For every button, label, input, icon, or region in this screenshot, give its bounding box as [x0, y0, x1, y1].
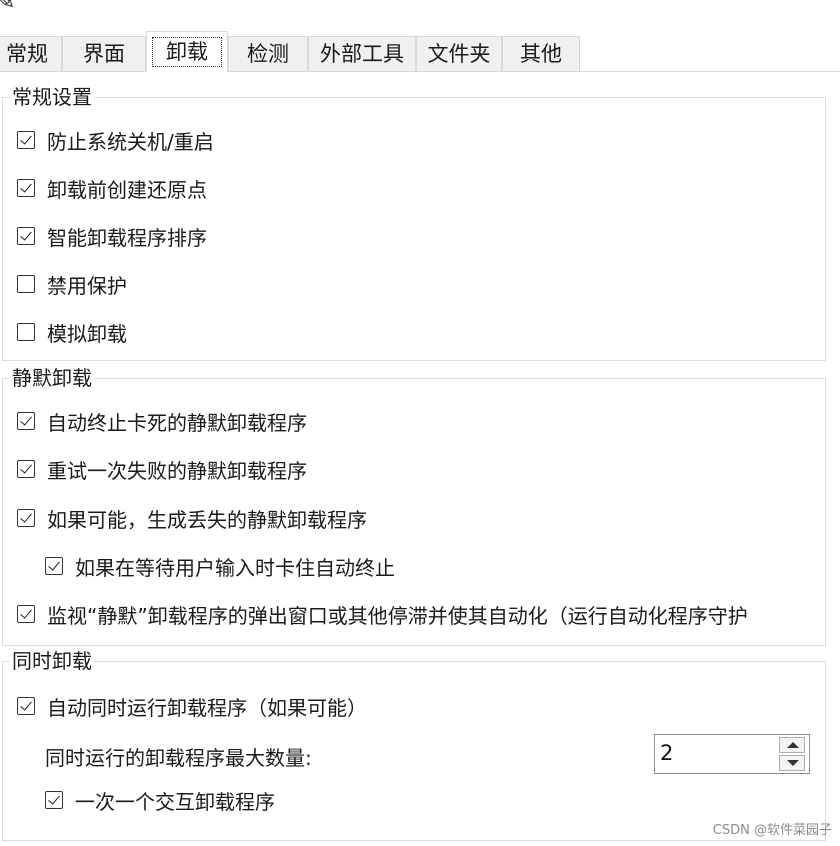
option-smart-sort[interactable]: 智能卸载程序排序 — [17, 221, 207, 251]
checkbox[interactable] — [17, 412, 35, 430]
option-simulate-uninstall[interactable]: 模拟卸载 — [17, 317, 127, 347]
watermark: CSDN @软件菜园子 — [712, 823, 832, 838]
spinner-value[interactable]: 2 — [660, 741, 673, 765]
option-label: 自动终止卡死的静默卸载程序 — [47, 410, 307, 435]
option-kill-waiting-input[interactable]: 如果在等待用户输入时卡住自动终止 — [45, 551, 395, 581]
option-label: 如果可能，生成丢失的静默卸载程序 — [47, 507, 367, 532]
checkbox[interactable] — [17, 509, 35, 527]
option-label: 重试一次失败的静默卸载程序 — [47, 458, 307, 483]
tab-label: 外部工具 — [320, 42, 404, 66]
checkbox[interactable] — [17, 131, 35, 149]
option-monitor-popups[interactable]: 监视“静默”卸载程序的弹出窗口或其他停滞并使其自动化（运行自动化程序守护 — [17, 599, 817, 629]
option-retry-failed-silent[interactable]: 重试一次失败的静默卸载程序 — [17, 454, 307, 484]
option-create-restore-point[interactable]: 卸载前创建还原点 — [17, 173, 207, 203]
group-title-silent: 静默卸载 — [10, 366, 94, 390]
tab-label: 常规 — [6, 42, 48, 66]
checkbox[interactable] — [17, 179, 35, 197]
tab-label: 其他 — [520, 42, 562, 66]
option-label: 禁用保护 — [47, 273, 127, 298]
tab-uninstall[interactable]: 卸载 — [146, 31, 228, 72]
option-prevent-shutdown[interactable]: 防止系统关机/重启 — [17, 125, 214, 155]
option-label: 智能卸载程序排序 — [47, 225, 207, 250]
option-label: 卸载前创建还原点 — [47, 177, 207, 202]
option-label: 自动同时运行卸载程序（如果可能） — [47, 695, 367, 720]
option-label: 模拟卸载 — [47, 321, 127, 346]
group-title-concurrent: 同时卸载 — [10, 649, 94, 673]
app-icon: ✎ — [0, 0, 16, 16]
checkbox[interactable] — [17, 605, 35, 623]
option-kill-stuck-silent[interactable]: 自动终止卡死的静默卸载程序 — [17, 406, 307, 436]
group-title-general: 常规设置 — [10, 85, 94, 109]
spinner-down-button[interactable] — [779, 755, 805, 771]
focus-rect — [152, 37, 222, 67]
spinner-up-button[interactable] — [779, 737, 805, 753]
tab-label: 检测 — [247, 42, 289, 66]
option-label: 防止系统关机/重启 — [47, 129, 214, 154]
option-label: 一次一个交互卸载程序 — [75, 789, 275, 814]
option-one-interactive[interactable]: 一次一个交互卸载程序 — [45, 785, 275, 815]
option-label: 监视“静默”卸载程序的弹出窗口或其他停滞并使其自动化（运行自动化程序守护 — [47, 603, 748, 628]
option-generate-missing-silent[interactable]: 如果可能，生成丢失的静默卸载程序 — [17, 503, 367, 533]
option-auto-concurrent[interactable]: 自动同时运行卸载程序（如果可能） — [17, 691, 367, 721]
checkbox[interactable] — [17, 697, 35, 715]
checkbox[interactable] — [17, 323, 35, 341]
tab-divider — [0, 71, 840, 72]
checkbox[interactable] — [45, 791, 63, 809]
window-titlebar: ✎ — [0, 0, 840, 18]
tab-general[interactable]: 常规 — [0, 36, 62, 71]
checkbox[interactable] — [17, 460, 35, 478]
option-label: 如果在等待用户输入时卡住自动终止 — [75, 555, 395, 580]
max-concurrent-label: 同时运行的卸载程序最大数量: — [45, 746, 312, 770]
tab-interface[interactable]: 界面 — [62, 36, 146, 71]
tab-folders[interactable]: 文件夹 — [416, 36, 502, 71]
checkbox[interactable] — [45, 557, 63, 575]
tab-detection[interactable]: 检测 — [228, 36, 308, 71]
spinner-buttons — [779, 737, 807, 771]
max-concurrent-spinner[interactable]: 2 — [654, 734, 810, 774]
tab-external-tools[interactable]: 外部工具 — [308, 36, 416, 71]
tab-label: 界面 — [83, 42, 125, 66]
tab-label: 文件夹 — [427, 42, 491, 66]
option-disable-protection[interactable]: 禁用保护 — [17, 269, 127, 299]
checkbox[interactable] — [17, 227, 35, 245]
tab-other[interactable]: 其他 — [502, 36, 580, 71]
checkbox[interactable] — [17, 275, 35, 293]
